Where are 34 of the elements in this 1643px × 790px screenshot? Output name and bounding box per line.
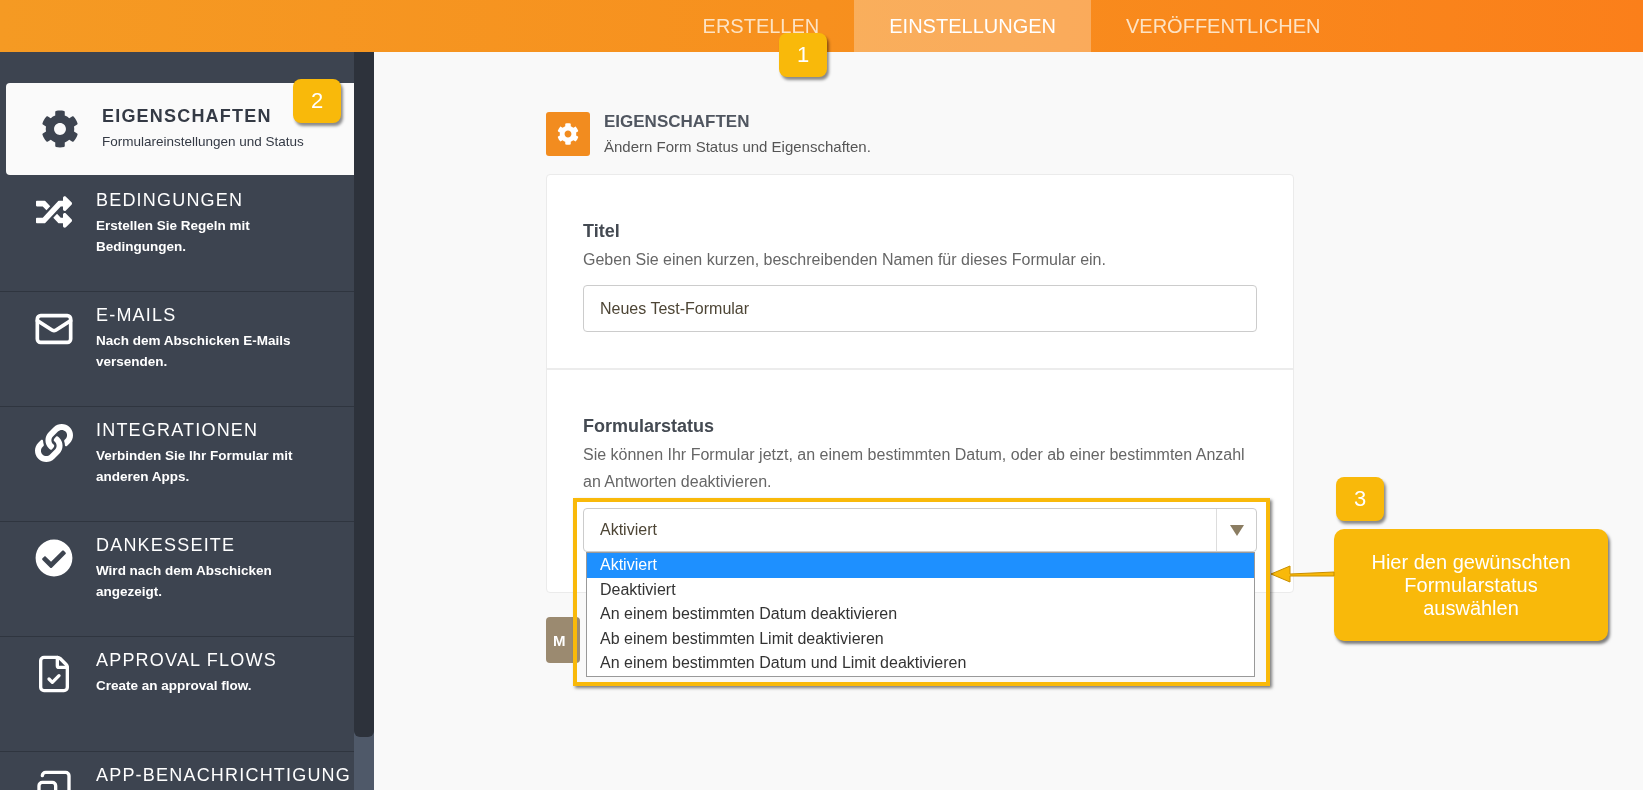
item-title: APPROVAL FLOWS: [96, 650, 277, 670]
sidebar-item[interactable]: INTEGRATIONEN Verbinden Sie Ihr Formular mit anderen Apps.: [0, 407, 354, 522]
item-title: DANKESSEITE: [96, 535, 237, 555]
gear-icon: [41, 110, 79, 148]
section-subtitle: Ändern Form Status und Eigenschaften.: [604, 138, 871, 155]
caret-icon: [1229, 524, 1244, 536]
item-title: BEDINGUNGEN: [96, 190, 245, 210]
pointer-arrow: [1268, 562, 1336, 586]
sidebar-item[interactable]: DANKESSEITE Wird nach dem Abschicken angezeigt.: [0, 522, 354, 637]
status-select[interactable]: Aktiviert: [583, 508, 1257, 552]
title-input-field[interactable]: Neues Test-Formular: [583, 285, 1257, 332]
item-subtitle: Wird nach dem Abschicken angezeigt.: [96, 562, 273, 601]
item-subtitle: Verbinden Sie Ihr Formular mit anderen Apps.: [96, 447, 294, 486]
item-title: E-MAILS: [96, 305, 178, 325]
item-title: INTEGRATIONEN: [96, 420, 260, 440]
shuffle-icon: [36, 194, 72, 230]
item-title: APP-BENACHRICHTIGUNG: [96, 765, 352, 785]
field-description: Sie können Ihr Formular jetzt, an einem bestimmten Datum, oder ab einer bestimmten Anzahl an Antworten deaktivieren.: [583, 445, 1246, 492]
step-badge: 1: [779, 33, 827, 77]
step-badge: 3: [1336, 477, 1384, 521]
field-label: Titel: [583, 221, 621, 242]
item-subtitle: Nach dem Abschicken E-Mails versenden.: [96, 332, 292, 371]
item-subtitle: Create an approval flow.: [96, 677, 253, 695]
section-title: EIGENSCHAFTEN: [604, 112, 751, 132]
item-subtitle: Formulareinstellungen und Status: [102, 133, 304, 151]
item-subtitle: Erstellen Sie Regeln mit Bedingungen.: [96, 217, 251, 256]
link-icon: [35, 424, 73, 462]
callout-box: Hier den gewünschten Formularstatus auswählen: [1334, 529, 1608, 641]
field-label: Formularstatus: [583, 416, 716, 437]
item-title: EIGENSCHAFTEN: [102, 106, 273, 126]
field-description: Geben Sie einen kurzen, beschreibenden Namen für dieses Formular ein.: [583, 250, 1107, 270]
gear-icon: [546, 112, 590, 156]
scrollbar[interactable]: [354, 52, 374, 790]
step-badge: 2: [293, 79, 341, 123]
